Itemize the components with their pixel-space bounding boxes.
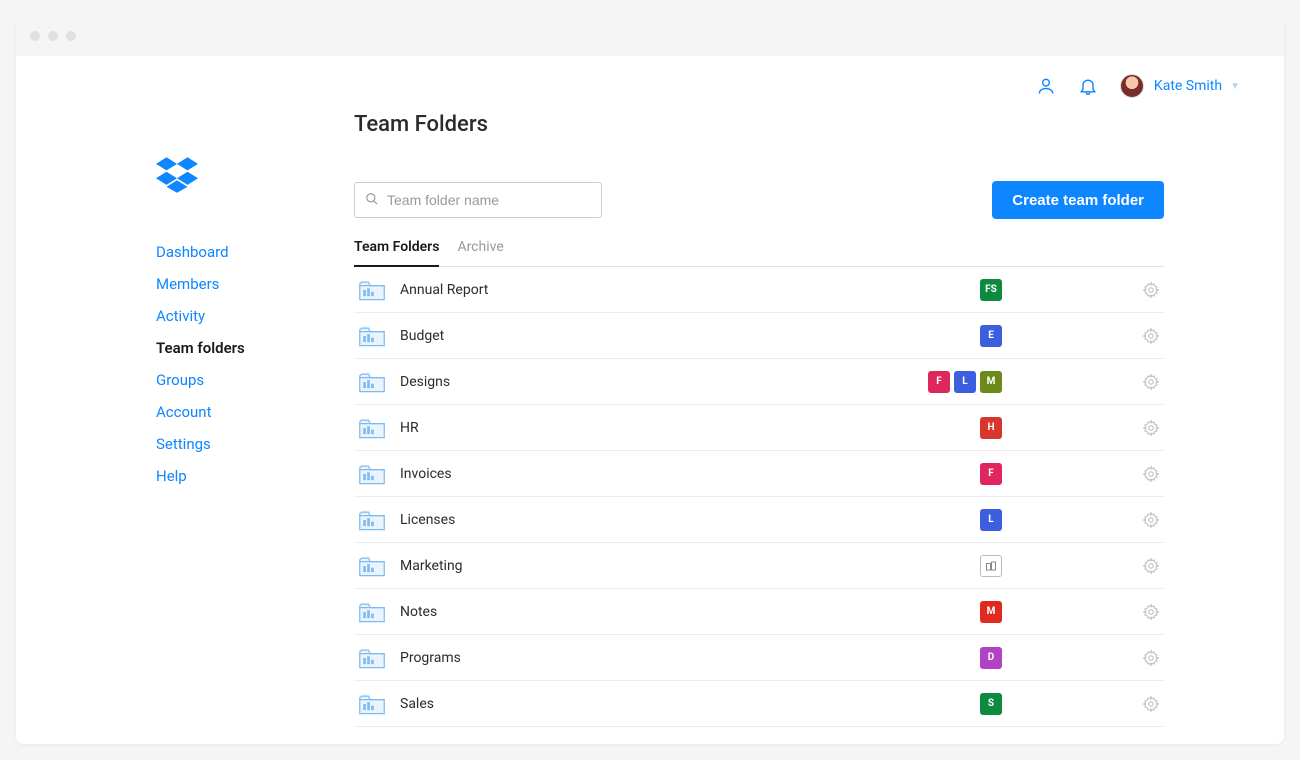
folder-badges: H — [980, 417, 1002, 439]
folder-icon — [358, 370, 386, 394]
sidebar-item-account[interactable]: Account — [156, 396, 336, 428]
folder-badges: E — [980, 325, 1002, 347]
folder-row[interactable]: Marketing — [354, 543, 1164, 589]
member-badge[interactable]: L — [980, 509, 1002, 531]
folder-row[interactable]: NotesM — [354, 589, 1164, 635]
folder-row[interactable]: HRH — [354, 405, 1164, 451]
gear-icon[interactable] — [1142, 419, 1160, 437]
folder-name: Designs — [400, 374, 928, 390]
gear-icon[interactable] — [1142, 603, 1160, 621]
folder-row[interactable]: SalesS — [354, 681, 1164, 727]
folder-icon — [358, 324, 386, 348]
folder-icon — [358, 508, 386, 532]
folder-name: Annual Report — [400, 282, 980, 298]
folder-name: Marketing — [400, 558, 980, 574]
dropbox-logo-icon[interactable] — [156, 156, 336, 198]
tab-archive[interactable]: Archive — [457, 239, 503, 267]
search-box[interactable] — [354, 182, 602, 218]
folder-row[interactable]: BudgetE — [354, 313, 1164, 359]
sidebar-item-groups[interactable]: Groups — [156, 364, 336, 396]
folder-name: Invoices — [400, 466, 980, 482]
folder-icon — [358, 600, 386, 624]
username: Kate Smith — [1154, 78, 1222, 94]
page-title: Team Folders — [354, 112, 1164, 137]
member-badge[interactable]: M — [980, 371, 1002, 393]
folder-row[interactable]: InvoicesF — [354, 451, 1164, 497]
gear-icon[interactable] — [1142, 373, 1160, 391]
search-input[interactable] — [387, 192, 591, 208]
folder-icon — [358, 646, 386, 670]
app-body: Kate Smith ▼ DashboardMembersActivityTea… — [16, 56, 1284, 744]
user-menu[interactable]: Kate Smith ▼ — [1120, 74, 1240, 98]
folder-name: Licenses — [400, 512, 980, 528]
sidebar-nav: DashboardMembersActivityTeam foldersGrou… — [156, 236, 336, 492]
folder-row[interactable]: LicensesL — [354, 497, 1164, 543]
toolbar: Create team folder — [354, 181, 1164, 219]
member-badge[interactable]: H — [980, 417, 1002, 439]
folder-badges: L — [980, 509, 1002, 531]
gear-icon[interactable] — [1142, 695, 1160, 713]
gear-icon[interactable] — [1142, 649, 1160, 667]
window-chrome — [16, 16, 1284, 56]
search-icon — [365, 191, 379, 210]
member-badge[interactable]: L — [954, 371, 976, 393]
folder-name: HR — [400, 420, 980, 436]
member-badge[interactable]: D — [980, 647, 1002, 669]
member-badge[interactable]: F — [928, 371, 950, 393]
gear-icon[interactable] — [1142, 327, 1160, 345]
folder-list: Annual ReportFS BudgetE DesignsFLM HRH I… — [354, 267, 1164, 727]
member-badge[interactable]: M — [980, 601, 1002, 623]
chrome-dot — [30, 31, 40, 41]
member-badge[interactable]: FS — [980, 279, 1002, 301]
sidebar: DashboardMembersActivityTeam foldersGrou… — [16, 56, 336, 744]
profile-icon[interactable] — [1036, 76, 1056, 96]
folder-badges: S — [980, 693, 1002, 715]
member-badge[interactable] — [980, 555, 1002, 577]
sidebar-item-team-folders[interactable]: Team folders — [156, 332, 336, 364]
folder-icon — [358, 278, 386, 302]
folder-badges — [980, 555, 1002, 577]
folder-name: Sales — [400, 696, 980, 712]
app-window: Kate Smith ▼ DashboardMembersActivityTea… — [16, 16, 1284, 744]
create-team-folder-button[interactable]: Create team folder — [992, 181, 1164, 219]
tab-team-folders[interactable]: Team Folders — [354, 239, 439, 267]
sidebar-item-activity[interactable]: Activity — [156, 300, 336, 332]
top-bar: Kate Smith ▼ — [1036, 74, 1240, 98]
sidebar-item-dashboard[interactable]: Dashboard — [156, 236, 336, 268]
folder-icon — [358, 554, 386, 578]
folder-name: Budget — [400, 328, 980, 344]
folder-name: Programs — [400, 650, 980, 666]
tabs: Team Folders Archive — [354, 239, 1164, 267]
sidebar-item-help[interactable]: Help — [156, 460, 336, 492]
gear-icon[interactable] — [1142, 557, 1160, 575]
folder-icon — [358, 692, 386, 716]
folder-row[interactable]: DesignsFLM — [354, 359, 1164, 405]
avatar — [1120, 74, 1144, 98]
gear-icon[interactable] — [1142, 281, 1160, 299]
folder-icon — [358, 462, 386, 486]
gear-icon[interactable] — [1142, 465, 1160, 483]
folder-badges: D — [980, 647, 1002, 669]
member-badge[interactable]: E — [980, 325, 1002, 347]
sidebar-item-settings[interactable]: Settings — [156, 428, 336, 460]
folder-badges: FS — [980, 279, 1002, 301]
member-badge[interactable]: S — [980, 693, 1002, 715]
main-content: Team Folders Create team folder Team Fol… — [336, 56, 1284, 744]
folder-badges: FLM — [928, 371, 1002, 393]
folder-row[interactable]: Annual ReportFS — [354, 267, 1164, 313]
caret-down-icon: ▼ — [1230, 81, 1240, 92]
folder-name: Notes — [400, 604, 980, 620]
folder-row[interactable]: ProgramsD — [354, 635, 1164, 681]
bell-icon[interactable] — [1078, 76, 1098, 96]
gear-icon[interactable] — [1142, 511, 1160, 529]
member-badge[interactable]: F — [980, 463, 1002, 485]
folder-badges: M — [980, 601, 1002, 623]
folder-badges: F — [980, 463, 1002, 485]
chrome-dot — [66, 31, 76, 41]
sidebar-item-members[interactable]: Members — [156, 268, 336, 300]
chrome-dot — [48, 31, 58, 41]
folder-icon — [358, 416, 386, 440]
